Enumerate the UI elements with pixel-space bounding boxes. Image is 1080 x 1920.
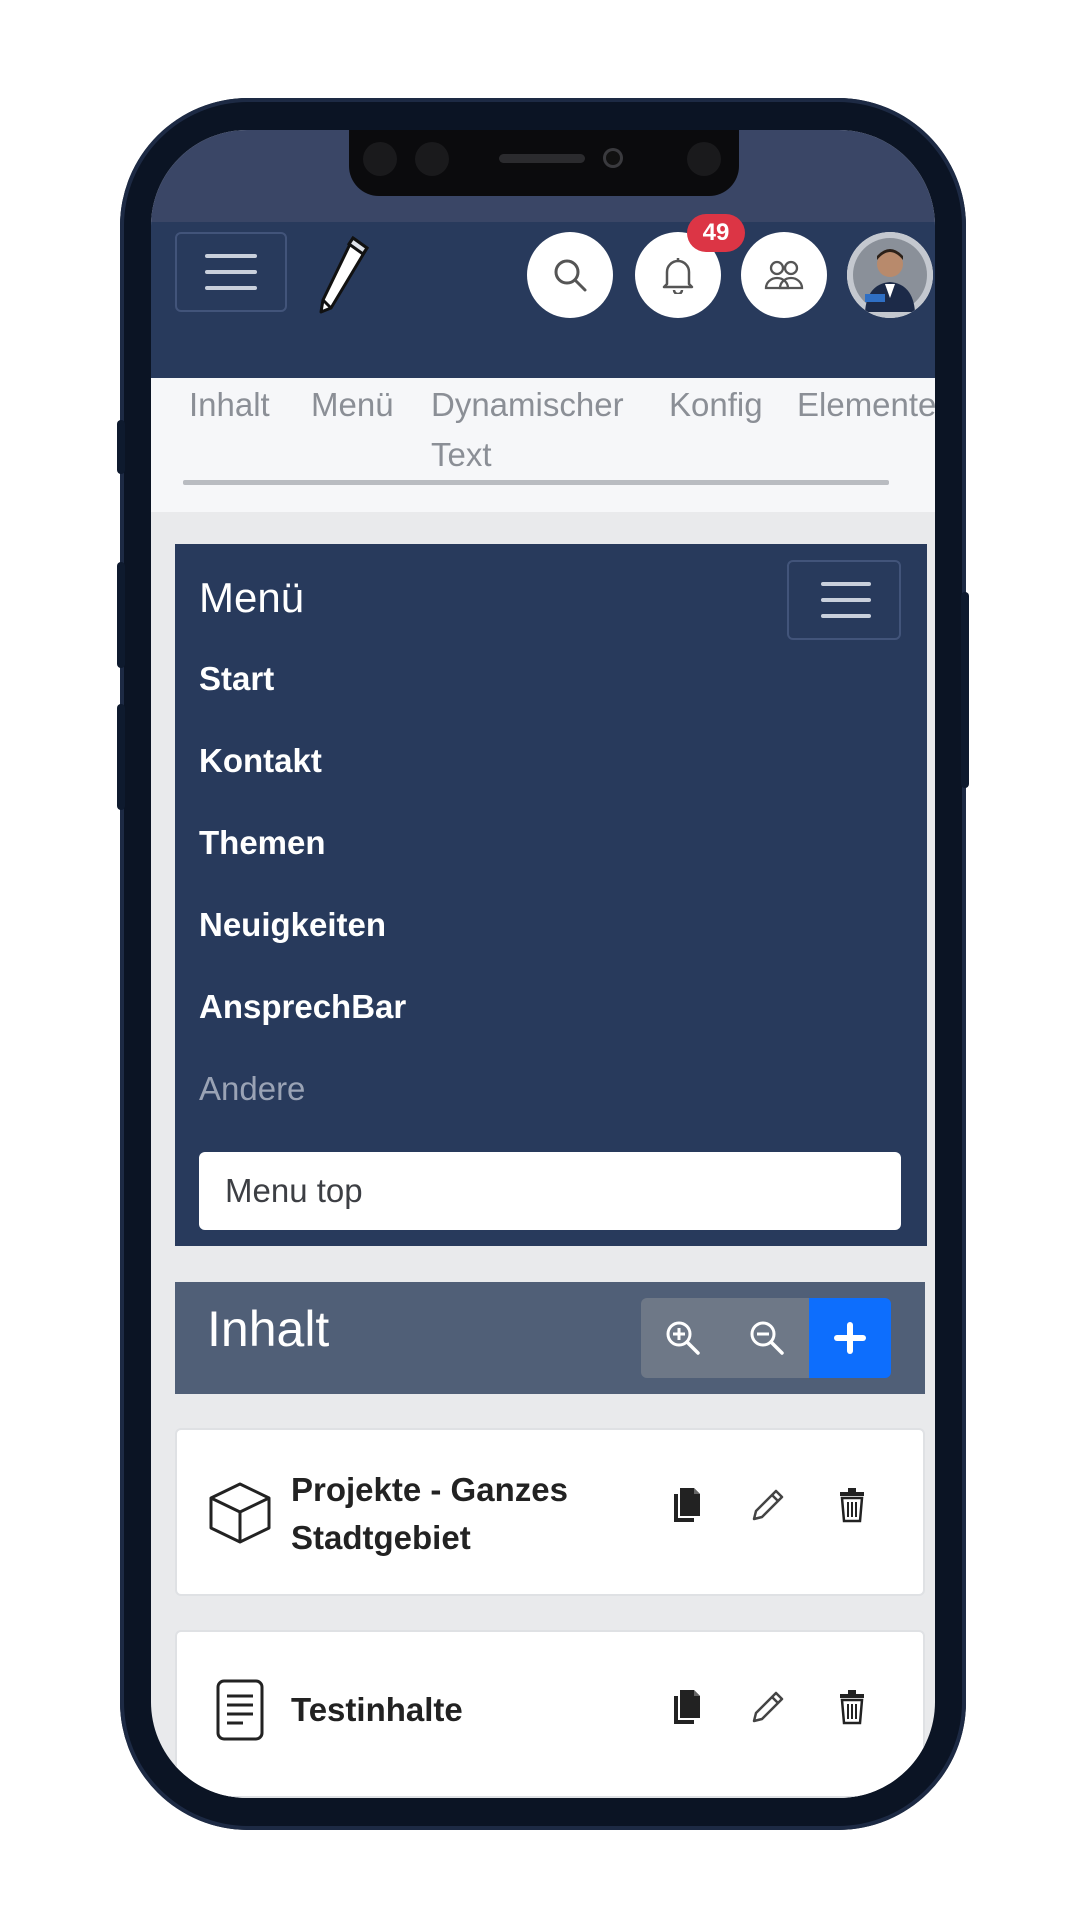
list-item[interactable]: Testinhalte <box>175 1630 925 1798</box>
edit-button[interactable] <box>745 1482 791 1528</box>
content-title: Inhalt <box>207 1301 330 1357</box>
zoom-controls <box>641 1298 809 1378</box>
users-button[interactable] <box>741 232 827 318</box>
zoom-out-icon <box>750 1321 784 1355</box>
add-content-button[interactable] <box>809 1298 891 1378</box>
edit-button[interactable] <box>745 1684 791 1730</box>
menu-panel-toggle-button[interactable] <box>787 560 901 640</box>
side-button <box>117 704 125 810</box>
menu-item-ansprechbar[interactable]: AnsprechBar <box>199 988 406 1026</box>
tab-konfig[interactable]: Konfig <box>669 380 763 430</box>
menu-icon <box>821 582 871 586</box>
menu-item-kontakt[interactable]: Kontakt <box>199 742 322 780</box>
tab-elemente[interactable]: Elemente <box>797 380 935 430</box>
menu-item-andere[interactable]: Andere <box>199 1070 305 1108</box>
notification-badge: 49 <box>687 214 745 252</box>
menu-item-neuigkeiten[interactable]: Neuigkeiten <box>199 906 386 944</box>
pencil-icon <box>752 1691 784 1723</box>
tabs-scrollbar[interactable] <box>183 480 889 485</box>
zoom-in-button[interactable] <box>641 1298 725 1378</box>
menu-select[interactable]: Menu top <box>199 1152 901 1230</box>
pen-logo-icon[interactable] <box>313 234 373 314</box>
menu-item-themen[interactable]: Themen <box>199 824 326 862</box>
copy-button[interactable] <box>663 1684 709 1730</box>
copy-button[interactable] <box>663 1482 709 1528</box>
tab-inhalt[interactable]: Inhalt <box>189 380 270 430</box>
phone-screen: 49 Inhalt Menü Dynamischer Text Konfig E… <box>151 130 935 1798</box>
item-title: Stadtgebiet <box>291 1519 471 1556</box>
content-header: Inhalt <box>175 1282 925 1394</box>
menu-panel: Menü Start Kontakt Themen Neuigkeiten An… <box>175 544 927 1246</box>
menu-icon <box>205 254 257 258</box>
tabs-bar: Inhalt Menü Dynamischer Text Konfig Elem… <box>151 378 935 512</box>
users-icon <box>764 260 804 290</box>
trash-icon <box>840 1488 864 1523</box>
plus-icon <box>834 1322 866 1354</box>
copy-icon <box>674 1488 700 1522</box>
document-icon <box>216 1679 264 1741</box>
side-button <box>961 592 969 788</box>
delete-button[interactable] <box>829 1482 875 1528</box>
menu-toggle-button[interactable] <box>175 232 287 312</box>
bell-icon <box>662 258 694 294</box>
item-title: Testinhalte <box>291 1691 463 1728</box>
cube-icon <box>209 1482 271 1544</box>
search-button[interactable] <box>527 232 613 318</box>
zoom-in-icon <box>666 1321 700 1355</box>
zoom-out-button[interactable] <box>725 1298 809 1378</box>
side-button <box>117 562 125 668</box>
avatar[interactable] <box>847 232 933 318</box>
item-title: Projekte - Ganzes <box>291 1471 568 1508</box>
menu-item-start[interactable]: Start <box>199 660 274 698</box>
menu-title: Menü <box>199 574 305 621</box>
list-item[interactable]: Projekte - Ganzes Stadtgebiet <box>175 1428 925 1596</box>
search-icon <box>554 259 587 292</box>
top-navbar: 49 <box>151 214 935 378</box>
trash-icon <box>840 1690 864 1725</box>
camera-notch <box>349 130 739 196</box>
pencil-icon <box>752 1489 784 1521</box>
tab-menue[interactable]: Menü <box>311 380 394 430</box>
tab-dynamischer-text[interactable]: Dynamischer Text <box>431 380 641 480</box>
delete-button[interactable] <box>829 1684 875 1730</box>
copy-icon <box>674 1690 700 1724</box>
side-button <box>117 420 125 474</box>
